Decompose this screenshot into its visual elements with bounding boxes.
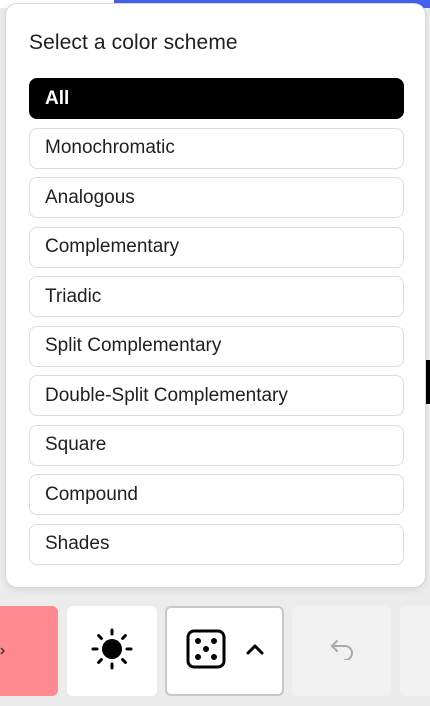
redo-button[interactable]: [400, 606, 430, 696]
scheme-option-complementary[interactable]: Complementary: [29, 226, 404, 268]
dice-icon: [186, 629, 226, 674]
bottom-toolbar: [0, 596, 430, 706]
app-stage: Select a color scheme All Monochromatic …: [0, 0, 430, 706]
chevron-up-icon[interactable]: [246, 642, 264, 660]
color-scheme-options: All Monochromatic Analogous Complementar…: [29, 78, 404, 573]
scheme-option-analogous[interactable]: Analogous: [29, 177, 404, 218]
sun-icon: [90, 627, 134, 676]
swatch-edge-icon: [0, 642, 5, 660]
random-scheme-button[interactable]: [165, 606, 284, 696]
scheme-option-split-complementary[interactable]: Split Complementary: [29, 325, 404, 367]
color-scheme-popover: Select a color scheme All Monochromatic …: [5, 3, 426, 588]
scheme-option-all[interactable]: All: [29, 78, 404, 119]
scheme-option-shades[interactable]: Shades: [29, 523, 404, 565]
undo-icon: [327, 638, 357, 665]
scheme-option-monochromatic[interactable]: Monochromatic: [29, 127, 404, 169]
scheme-option-compound[interactable]: Compound: [29, 474, 404, 515]
scheme-option-double-split-complementary[interactable]: Double-Split Complementary: [29, 375, 404, 416]
scheme-option-square[interactable]: Square: [29, 424, 404, 466]
popover-title: Select a color scheme: [29, 31, 238, 54]
scheme-option-triadic[interactable]: Triadic: [29, 276, 404, 317]
undo-button[interactable]: [292, 606, 391, 696]
theme-toggle-button[interactable]: [67, 606, 157, 696]
color-swatch-button[interactable]: [0, 606, 58, 696]
